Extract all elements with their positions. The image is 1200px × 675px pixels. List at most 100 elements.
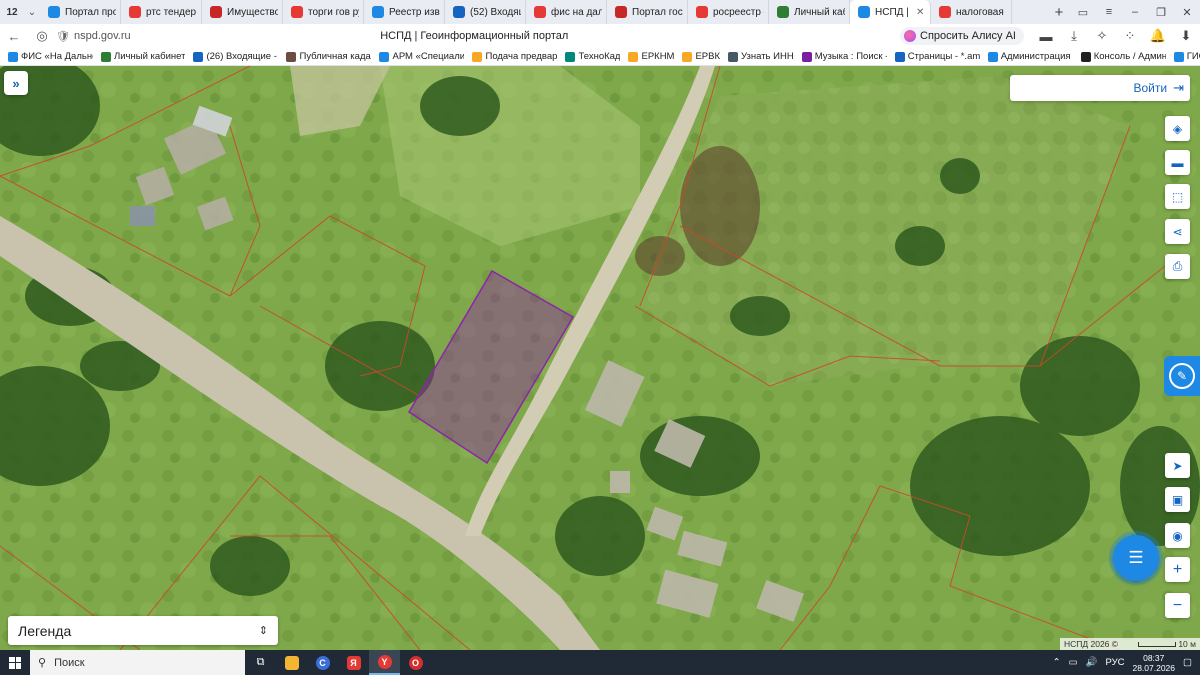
lock-icon: 🛡 xyxy=(56,30,70,43)
system-tray: ⌃ ▭ 🔊 РУС 08:37 28.07.2026 ▢ xyxy=(1053,653,1200,673)
mail-icon xyxy=(453,6,465,18)
print-icon[interactable]: ⎙ xyxy=(1165,254,1190,279)
task-view-icon[interactable]: ⧉ xyxy=(245,650,276,675)
bookmark-item[interactable]: Страницы - *.amu xyxy=(894,51,980,62)
bookmark-label: ТехноКад xyxy=(578,51,621,62)
ask-alisa-button[interactable]: Спросить Алису AI xyxy=(900,27,1024,45)
bookmark-item[interactable]: Узнать ИНН xyxy=(728,51,794,62)
legend-label: Легенда xyxy=(18,622,72,639)
navigate-icon[interactable]: ➤ xyxy=(1165,453,1190,478)
tab-count-badge[interactable]: 12 xyxy=(0,0,24,24)
tab-title: ртс тендер эл xyxy=(146,6,197,18)
reader-icon[interactable]: ▬ xyxy=(1032,24,1060,48)
clock-time: 08:37 xyxy=(1143,652,1165,663)
close-tab-icon[interactable]: ✕ xyxy=(916,7,926,18)
tab-title: росреестр — xyxy=(713,6,764,18)
tab-11[interactable]: налоговая 28 xyxy=(931,0,1012,24)
bookmark-label: ЕРКНМ xyxy=(641,51,675,62)
bookmark-label: Публичная кадас xyxy=(299,51,372,62)
bookmark-favicon-icon xyxy=(193,51,204,62)
tab-2[interactable]: Имущество xyxy=(202,0,283,24)
notifications-icon[interactable]: 🔔 xyxy=(1144,24,1172,48)
tab-4[interactable]: Реестр извеще xyxy=(364,0,445,24)
yandex-icon xyxy=(129,6,141,18)
tab-1[interactable]: ртс тендер эл xyxy=(121,0,202,24)
bookmark-item[interactable]: Администрация Г xyxy=(987,51,1073,62)
bookmark-item[interactable]: ТехноКад xyxy=(565,51,620,62)
bookmarks-icon[interactable]: ▭ xyxy=(1070,0,1096,24)
select-area-icon[interactable]: ⬚ xyxy=(1165,184,1190,209)
expand-panel-button[interactable]: » xyxy=(4,71,28,95)
file-explorer-icon[interactable] xyxy=(276,650,307,675)
bookmark-favicon-icon xyxy=(894,51,905,62)
support-button[interactable]: ✎ xyxy=(1164,356,1200,396)
layers-icon[interactable]: ◈ xyxy=(1165,116,1190,141)
yandex-icon xyxy=(534,6,546,18)
volume-icon[interactable]: 🔊 xyxy=(1086,657,1098,668)
bookmark-label: АРМ «Специалист xyxy=(392,51,464,62)
bookmark-favicon-icon xyxy=(379,51,390,62)
tray-chevron-icon[interactable]: ⌃ xyxy=(1053,657,1061,668)
bookmark-item[interactable]: Подача предвари xyxy=(472,51,557,62)
menu-icon[interactable]: ≡ xyxy=(1096,0,1122,24)
bookmark-item[interactable]: АРМ «Специалист xyxy=(379,51,464,62)
bookmark-favicon-icon xyxy=(628,51,639,62)
ruler-icon[interactable]: ▬ xyxy=(1165,150,1190,175)
bookmark-item[interactable]: Консоль / Админ xyxy=(1080,51,1166,62)
tab-list-chevron-icon[interactable]: ⌄ xyxy=(24,0,40,24)
tab-0[interactable]: Портал прост xyxy=(40,0,121,24)
login-button[interactable]: Войти ⇥ xyxy=(1010,75,1190,101)
tab-3[interactable]: торги гов ру с xyxy=(283,0,364,24)
bookmark-item[interactable]: Публичная кадас xyxy=(286,51,371,62)
minimize-icon[interactable]: – xyxy=(1122,0,1148,24)
tab-title: Реестр извеще xyxy=(389,6,440,18)
bookmark-item[interactable]: ФИС «На Дальнем xyxy=(8,51,93,62)
locate-icon[interactable]: ◉ xyxy=(1165,523,1190,548)
tab-7[interactable]: Портал госуд xyxy=(607,0,688,24)
share-icon[interactable]: ⋖ xyxy=(1165,219,1190,244)
grid-apps-icon[interactable]: ⁘ xyxy=(1116,24,1144,48)
notifications-tray-icon[interactable]: ▢ xyxy=(1183,657,1192,668)
extensions-icon[interactable]: ✧ xyxy=(1088,24,1116,48)
bookmark-item[interactable]: ЕРВК xyxy=(682,51,720,62)
language-indicator[interactable]: РУС xyxy=(1105,657,1124,668)
new-tab-button[interactable]: + xyxy=(1048,1,1070,23)
taskbar-search[interactable]: ⚲ Поиск xyxy=(30,650,245,675)
legend-dropdown[interactable]: Легенда ⇕ xyxy=(8,616,278,645)
map-view[interactable]: » Войти ⇥ ◈ ▬ ⬚ ⋖ ⎙ ✎ ➤ ▣ ◉ + − ☰ Легенд… xyxy=(0,66,1200,650)
protect-icon[interactable]: ◎ xyxy=(28,24,56,48)
close-window-icon[interactable]: ✕ xyxy=(1174,0,1200,24)
basemap-icon[interactable]: ▣ xyxy=(1165,487,1190,512)
back-icon[interactable]: ← xyxy=(0,24,28,48)
url-text: nspd.gov.ru xyxy=(73,30,131,42)
zoom-out-icon[interactable]: − xyxy=(1165,593,1190,618)
bookmark-item[interactable]: ГИС Торги - xyxy=(1173,51,1200,62)
download-arrow-icon[interactable]: ⬇ xyxy=(1172,24,1200,48)
downloads-icon[interactable]: ⤓ xyxy=(1060,24,1088,48)
opera-icon[interactable]: O xyxy=(400,650,431,675)
bookmark-label: ЕРВК xyxy=(695,51,721,62)
bookmark-label: Консоль / Админ xyxy=(1093,51,1166,62)
tab-5[interactable]: (52) Входящие xyxy=(445,0,526,24)
zoom-in-icon[interactable]: + xyxy=(1165,557,1190,582)
clock[interactable]: 08:37 28.07.2026 xyxy=(1132,653,1175,673)
satellite-imagery[interactable] xyxy=(0,66,1200,650)
start-button[interactable] xyxy=(0,650,30,675)
tab-title: Портал прост xyxy=(65,6,116,18)
bookmark-item[interactable]: ЕРКНМ xyxy=(628,51,674,62)
yandex-app-icon[interactable]: Я xyxy=(338,650,369,675)
bookmark-item[interactable]: Музыка : Поиск - xyxy=(801,51,887,62)
network-icon[interactable]: ▭ xyxy=(1069,657,1078,668)
bookmark-favicon-icon xyxy=(1080,51,1091,62)
tab-6[interactable]: фис на дальн xyxy=(526,0,607,24)
url-field[interactable]: 🛡 nspd.gov.ru НСПД | Геоинформационный п… xyxy=(56,24,900,48)
maximize-icon[interactable]: ❐ xyxy=(1148,0,1174,24)
chat-icon[interactable]: ☰ xyxy=(1113,535,1159,581)
bookmark-item[interactable]: (26) Входящие - П xyxy=(193,51,278,62)
bookmark-item[interactable]: Личный кабинет xyxy=(101,51,185,62)
yandex-browser-icon[interactable]: Y xyxy=(369,650,400,675)
tab-9[interactable]: Личный кабин xyxy=(769,0,850,24)
browser-app-icon[interactable]: C xyxy=(307,650,338,675)
tab-10[interactable]: НСПД | Гео ✕ xyxy=(850,0,931,24)
tab-8[interactable]: росреестр — xyxy=(688,0,769,24)
